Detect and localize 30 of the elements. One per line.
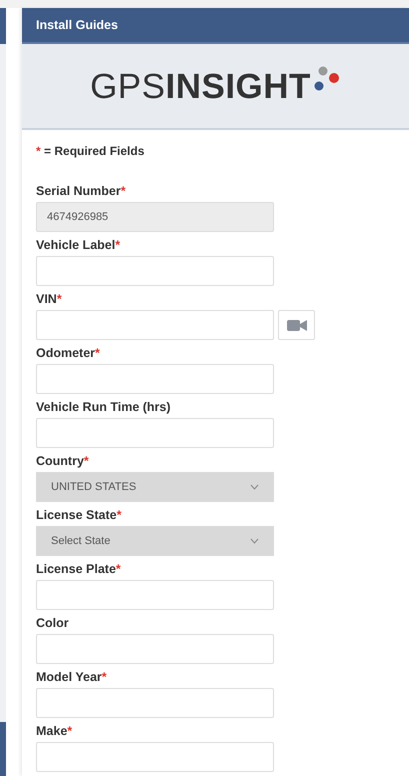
chevron-down-icon	[250, 538, 259, 544]
dropdown-field[interactable]: UNITED STATES	[36, 472, 274, 502]
input-field[interactable]	[36, 418, 274, 448]
input-field[interactable]	[36, 256, 274, 286]
input-field[interactable]	[36, 634, 274, 664]
input-field[interactable]	[36, 364, 274, 394]
field-label: License State*	[36, 507, 122, 524]
dots-icon	[312, 66, 341, 92]
field-label: VIN*	[36, 291, 63, 308]
input-field[interactable]	[36, 742, 274, 772]
field-label: Serial Number*	[36, 183, 127, 200]
logo: GPSINSIGHT	[90, 68, 311, 104]
dropdown-field[interactable]: Select State	[36, 526, 274, 556]
field-label: Vehicle Run Time (hrs)	[36, 399, 172, 416]
field-label: Country*	[36, 453, 90, 470]
field-label: Model Year*	[36, 669, 108, 686]
field-label: Make*	[36, 723, 74, 740]
field-label: License Plate*	[36, 561, 122, 578]
field-label: Odometer*	[36, 345, 101, 362]
camera-button[interactable]	[278, 310, 315, 340]
input-field[interactable]	[36, 688, 274, 718]
chevron-down-icon	[250, 484, 259, 490]
required-legend: * = Required Fields	[36, 142, 395, 160]
video-camera-icon	[286, 318, 306, 332]
input-field[interactable]	[36, 580, 274, 610]
input-field[interactable]	[36, 310, 274, 340]
input-field[interactable]: 4674926985	[36, 202, 274, 232]
header-title: Install Guides	[36, 18, 118, 32]
field-label: Color	[36, 615, 70, 632]
field-label: Vehicle Label*	[36, 237, 122, 254]
